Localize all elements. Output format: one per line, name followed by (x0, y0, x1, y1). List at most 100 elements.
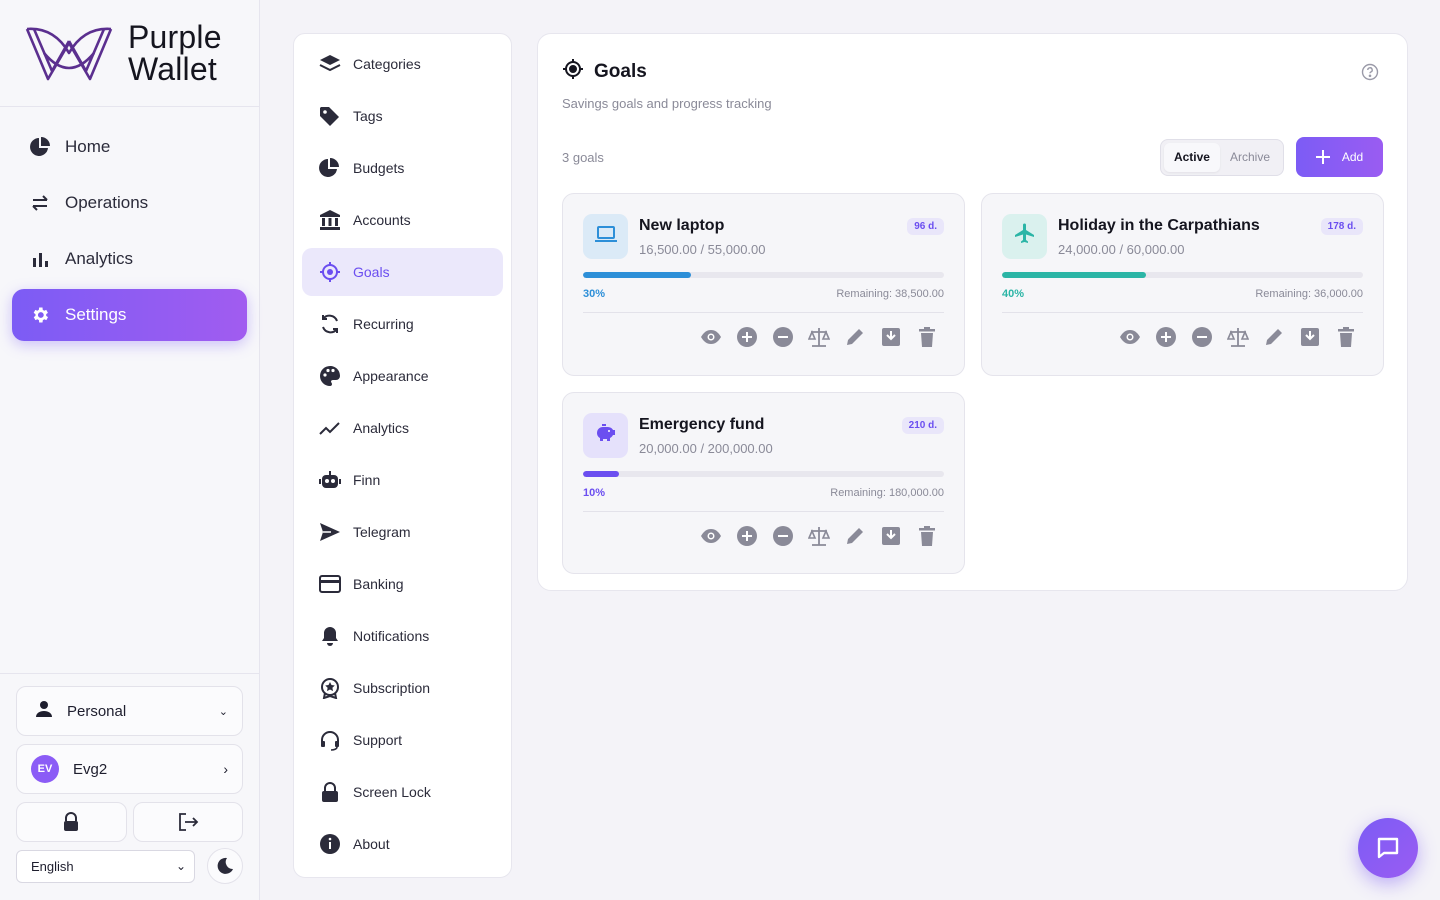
balance-button[interactable] (1227, 326, 1249, 348)
minus-circle-icon (1192, 327, 1212, 347)
progress-percent: 40% (1002, 288, 1025, 300)
theme-toggle[interactable] (207, 848, 243, 884)
settings-menu-item-screen-lock[interactable]: Screen Lock (302, 768, 503, 816)
pencil-icon (847, 329, 863, 345)
balance-button[interactable] (808, 525, 830, 547)
chat-icon (1377, 837, 1399, 859)
delete-button[interactable] (916, 326, 938, 348)
withdraw-button[interactable] (772, 525, 794, 547)
nav-item-home[interactable]: Home (12, 121, 247, 173)
settings-menu-item-categories[interactable]: Categories (302, 40, 503, 88)
settings-menu-item-banking[interactable]: Banking (302, 560, 503, 608)
goal-card[interactable]: New laptop 16,500.00 / 55,000.00 96 d. 30% R… (562, 193, 965, 376)
settings-menu-label: Banking (353, 576, 404, 592)
settings-menu-item-finn[interactable]: Finn (302, 456, 503, 504)
nav-item-settings[interactable]: Settings (12, 289, 247, 341)
lock-icon (64, 812, 79, 831)
trend-icon (319, 417, 341, 439)
settings-menu-item-appearance[interactable]: Appearance (302, 352, 503, 400)
goal-card[interactable]: Holiday in the Carpathians 24,000.00 / 60… (981, 193, 1384, 376)
minus-circle-icon (773, 327, 793, 347)
settings-menu-item-analytics[interactable]: Analytics (302, 404, 503, 452)
progress-percent: 30% (583, 288, 606, 300)
settings-menu-item-about[interactable]: About (302, 820, 503, 868)
archive-button[interactable] (880, 326, 902, 348)
plus-circle-icon (1156, 327, 1176, 347)
main-nav: Home Operations Analytics Settings (0, 107, 259, 341)
deposit-button[interactable] (1155, 326, 1177, 348)
chat-button[interactable] (1358, 818, 1418, 878)
progress-fill (583, 471, 620, 477)
edit-button[interactable] (844, 326, 866, 348)
eye-icon (701, 330, 721, 344)
deposit-button[interactable] (736, 525, 758, 547)
plus-circle-icon (737, 327, 757, 347)
view-button[interactable] (700, 326, 722, 348)
person-icon (35, 700, 53, 722)
settings-menu-item-subscription[interactable]: Subscription (302, 664, 503, 712)
card-icon (319, 573, 341, 595)
refresh-icon (319, 313, 341, 335)
nav-item-analytics[interactable]: Analytics (12, 233, 247, 285)
bar-chart-icon (29, 248, 51, 270)
withdraw-button[interactable] (1191, 326, 1213, 348)
tab-archive[interactable]: Archive (1220, 143, 1280, 172)
purple-wallet-logo-icon (25, 27, 113, 81)
settings-menu-item-support[interactable]: Support (302, 716, 503, 764)
balance-button[interactable] (808, 326, 830, 348)
progress-bar (583, 272, 944, 278)
goal-actions (583, 326, 944, 348)
goal-name: Holiday in the Carpathians (1058, 217, 1260, 234)
edit-button[interactable] (1263, 326, 1285, 348)
archive-button[interactable] (1299, 326, 1321, 348)
settings-menu-item-tags[interactable]: Tags (302, 92, 503, 140)
eye-icon (701, 529, 721, 543)
settings-menu-item-budgets[interactable]: Budgets (302, 144, 503, 192)
profile-switcher[interactable]: Personal ⌄ (16, 686, 243, 736)
headset-icon (319, 729, 341, 751)
delete-button[interactable] (1335, 326, 1357, 348)
withdraw-button[interactable] (772, 326, 794, 348)
scale-icon (808, 328, 830, 347)
help-icon[interactable] (1361, 63, 1379, 86)
brand[interactable]: Purple Wallet (0, 0, 259, 107)
palette-icon (319, 365, 341, 387)
language-select[interactable]: English ⌄ (16, 849, 195, 883)
lock-button[interactable] (16, 802, 127, 842)
tag-icon (319, 105, 341, 127)
pie-icon (29, 136, 51, 158)
days-left-badge: 178 d. (1320, 218, 1363, 235)
pie-icon (319, 157, 341, 179)
goal-card[interactable]: Emergency fund 20,000.00 / 200,000.00 210 … (562, 392, 965, 574)
archive-button[interactable] (880, 525, 902, 547)
settings-menu-item-recurring[interactable]: Recurring (302, 300, 503, 348)
goal-amount: 20,000.00 / 200,000.00 (639, 441, 773, 456)
deposit-button[interactable] (736, 326, 758, 348)
delete-button[interactable] (916, 525, 938, 547)
logout-button[interactable] (132, 802, 243, 842)
settings-menu-item-goals[interactable]: Goals (302, 248, 503, 296)
settings-menu-item-telegram[interactable]: Telegram (302, 508, 503, 556)
progress-bar (1002, 272, 1363, 278)
user-account[interactable]: EV Evg2 › (16, 744, 243, 794)
settings-menu-label: Recurring (353, 316, 414, 332)
target-icon (319, 261, 341, 283)
goal-actions (1002, 326, 1363, 348)
chevron-right-icon: › (223, 761, 228, 777)
progress-fill (583, 272, 692, 278)
logout-icon (178, 813, 199, 831)
settings-menu-item-accounts[interactable]: Accounts (302, 196, 503, 244)
settings-menu-label: Goals (353, 264, 390, 280)
settings-menu-label: Tags (353, 108, 383, 124)
tab-active[interactable]: Active (1163, 142, 1220, 172)
divider (1002, 312, 1363, 313)
swap-icon (29, 192, 51, 214)
add-goal-button[interactable]: Add (1296, 137, 1383, 177)
settings-menu-item-notifications[interactable]: Notifications (302, 612, 503, 660)
progress-percent: 10% (583, 487, 606, 499)
view-button[interactable] (1119, 326, 1141, 348)
edit-button[interactable] (844, 525, 866, 547)
divider (583, 312, 944, 313)
nav-item-operations[interactable]: Operations (12, 177, 247, 229)
view-button[interactable] (700, 525, 722, 547)
